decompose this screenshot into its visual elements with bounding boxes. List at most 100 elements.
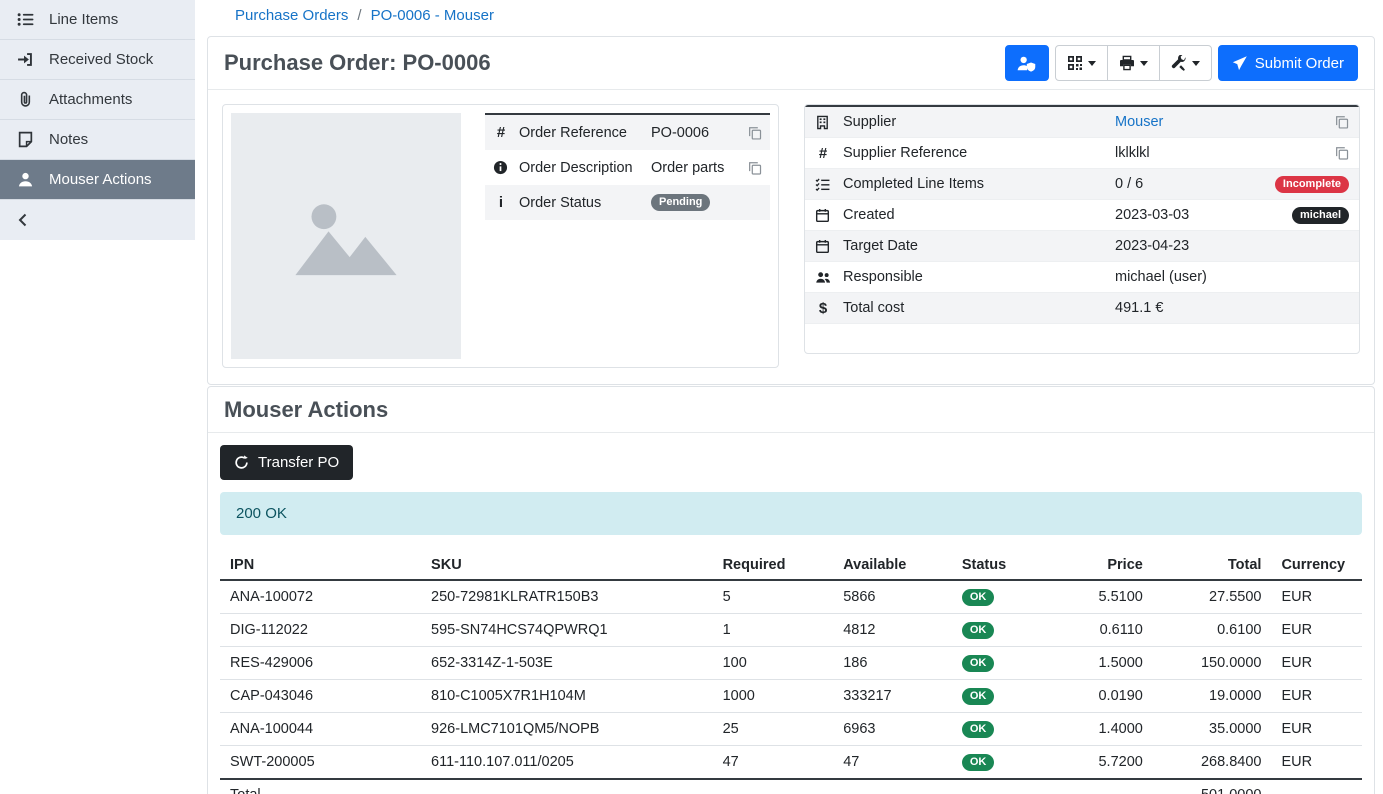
detail-row-supplier: Supplier Mouser [805, 107, 1359, 138]
detail-row-order-description: Order Description Order parts [485, 150, 770, 185]
cell-ipn: CAP-043046 [220, 680, 421, 713]
calendar-icon [815, 208, 843, 223]
detail-value: lklklkl [1115, 145, 1335, 161]
transfer-po-button[interactable]: Transfer PO [220, 445, 353, 480]
sidebar-item-received-stock[interactable]: Received Stock [0, 40, 195, 80]
order-summary-card: # Order Reference PO-0006 Order Descript… [222, 104, 779, 368]
cell-ipn: ANA-100072 [220, 580, 421, 614]
mouser-actions-panel: Mouser Actions Transfer PO 200 OK IPN SK… [207, 386, 1375, 794]
print-actions-button[interactable] [1107, 45, 1160, 81]
barcode-actions-button[interactable] [1055, 45, 1108, 81]
order-thumbnail-placeholder[interactable] [231, 113, 461, 359]
submit-order-button[interactable]: Submit Order [1218, 45, 1358, 81]
status-badge: OK [962, 721, 995, 738]
cell-status: OK [952, 647, 1040, 680]
cell-currency: EUR [1271, 614, 1362, 647]
table-header-row: IPN SKU Required Available Status Price … [220, 551, 1362, 580]
sign-in-icon [17, 51, 35, 68]
detail-label: Order Description [519, 160, 651, 176]
sidebar-item-label: Notes [49, 131, 88, 148]
table-row: CAP-043046 810-C1005X7R1H104M 1000 33321… [220, 680, 1362, 713]
cell-price: 0.0190 [1040, 680, 1153, 713]
order-action-button-group [1055, 45, 1212, 81]
cell-currency: EUR [1271, 580, 1362, 614]
paperclip-icon [17, 91, 35, 108]
order-actions-button[interactable] [1159, 45, 1212, 81]
table-row: ANA-100072 250-72981KLRATR150B3 5 5866 O… [220, 580, 1362, 614]
cell-total: 19.0000 [1153, 680, 1272, 713]
column-header-required: Required [713, 551, 834, 580]
dollar-icon: $ [815, 300, 843, 317]
calendar-icon [815, 239, 843, 254]
cell-currency: EUR [1271, 746, 1362, 780]
cell-sku: 595-SN74HCS74QPWRQ1 [421, 614, 713, 647]
sidebar-item-mouser-actions[interactable]: Mouser Actions [0, 160, 195, 200]
rotate-icon [234, 455, 249, 470]
detail-row-target-date: Target Date 2023-04-23 [805, 231, 1359, 262]
sidebar-item-line-items[interactable]: Line Items [0, 0, 195, 40]
supplier-link[interactable]: Mouser [1115, 114, 1163, 130]
chevron-left-icon [15, 212, 31, 228]
mouser-actions-header: Mouser Actions [208, 387, 1374, 433]
status-alert: 200 OK [220, 492, 1362, 535]
cell-sku: 611-110.107.011/0205 [421, 746, 713, 780]
copy-icon[interactable] [1335, 115, 1349, 129]
copy-icon[interactable] [1335, 146, 1349, 160]
detail-label: Supplier Reference [843, 145, 1115, 161]
order-toolbar: Submit Order [1005, 45, 1358, 81]
hash-icon: # [493, 124, 519, 141]
cell-ipn: ANA-100044 [220, 713, 421, 746]
table-footer-row: Total 501.0000 [220, 779, 1362, 794]
image-placeholder-icon [290, 190, 402, 282]
detail-value: 2023-03-03 [1115, 207, 1292, 223]
detail-row-supplier-reference: # Supplier Reference lklklkl [805, 138, 1359, 169]
breadcrumb-link-purchase-orders[interactable]: Purchase Orders [235, 7, 348, 24]
cell-required: 5 [713, 580, 834, 614]
column-header-currency: Currency [1271, 551, 1362, 580]
table-row: ANA-100044 926-LMC7101QM5/NOPB 25 6963 O… [220, 713, 1362, 746]
status-alert-text: 200 OK [236, 505, 287, 522]
admin-button[interactable] [1005, 45, 1049, 81]
status-badge: OK [962, 589, 995, 606]
detail-label: Order Status [519, 195, 651, 211]
detail-row-order-reference: # Order Reference PO-0006 [485, 115, 770, 150]
cell-total: 27.5500 [1153, 580, 1272, 614]
detail-value: michael (user) [1115, 269, 1349, 285]
detail-row-created: Created 2023-03-03 michael [805, 200, 1359, 231]
cell-total: 268.8400 [1153, 746, 1272, 780]
copy-icon[interactable] [748, 161, 762, 175]
cell-sku: 250-72981KLRATR150B3 [421, 580, 713, 614]
info-icon: i [493, 194, 519, 211]
users-icon [815, 270, 843, 285]
order-details-card: Supplier Mouser # Supplier Reference lkl… [804, 104, 1360, 354]
status-badge: OK [962, 622, 995, 639]
cell-available: 4812 [833, 614, 952, 647]
cell-status: OK [952, 746, 1040, 780]
column-header-status: Status [952, 551, 1040, 580]
list-icon [17, 11, 35, 28]
sidebar-collapse-button[interactable] [0, 200, 195, 240]
paper-plane-icon [1232, 56, 1247, 71]
incomplete-badge: Incomplete [1275, 176, 1349, 193]
detail-value: 2023-04-23 [1115, 238, 1349, 254]
qrcode-icon [1067, 55, 1083, 71]
sidebar-item-label: Mouser Actions [49, 171, 152, 188]
breadcrumb-link-current-order[interactable]: PO-0006 - Mouser [371, 7, 494, 24]
detail-label: Order Reference [519, 125, 651, 141]
sidebar-item-notes[interactable]: Notes [0, 120, 195, 160]
detail-row-responsible: Responsible michael (user) [805, 262, 1359, 293]
cell-required: 100 [713, 647, 834, 680]
user-shield-icon [1017, 55, 1036, 72]
column-header-price: Price [1040, 551, 1153, 580]
cell-available: 186 [833, 647, 952, 680]
breadcrumb: Purchase Orders / PO-0006 - Mouser [235, 7, 494, 24]
purchase-order-panel: Purchase Order: PO-0006 [207, 36, 1375, 385]
table-row: RES-429006 652-3314Z-1-503E 100 186 OK 1… [220, 647, 1362, 680]
sidebar-item-attachments[interactable]: Attachments [0, 80, 195, 120]
cell-sku: 926-LMC7101QM5/NOPB [421, 713, 713, 746]
copy-icon[interactable] [748, 126, 762, 140]
purchase-order-header: Purchase Order: PO-0006 [208, 37, 1374, 90]
info-circle-icon [493, 160, 519, 175]
cell-available: 333217 [833, 680, 952, 713]
cell-total: 0.6100 [1153, 614, 1272, 647]
